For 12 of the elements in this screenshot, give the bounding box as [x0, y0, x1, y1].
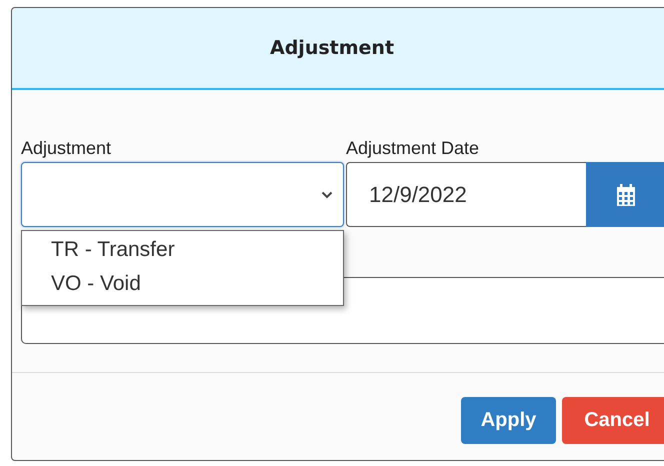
- calendar-icon: [616, 184, 636, 206]
- dropdown-option[interactable]: TR - Transfer: [22, 233, 343, 267]
- date-field[interactable]: 12/9/2022: [346, 162, 586, 227]
- field-label: Adjustment Date: [346, 138, 480, 160]
- chevron-down-icon: [321, 190, 333, 198]
- apply-button[interactable]: Apply: [461, 397, 556, 444]
- calendar-button[interactable]: [586, 162, 664, 227]
- dialog-title: Adjustment: [270, 37, 394, 59]
- cancel-button[interactable]: Cancel: [562, 397, 664, 444]
- field-label: Adjustment: [21, 138, 112, 160]
- dropdown-option[interactable]: VO - Void: [22, 267, 343, 301]
- adjustment-select[interactable]: [21, 162, 344, 227]
